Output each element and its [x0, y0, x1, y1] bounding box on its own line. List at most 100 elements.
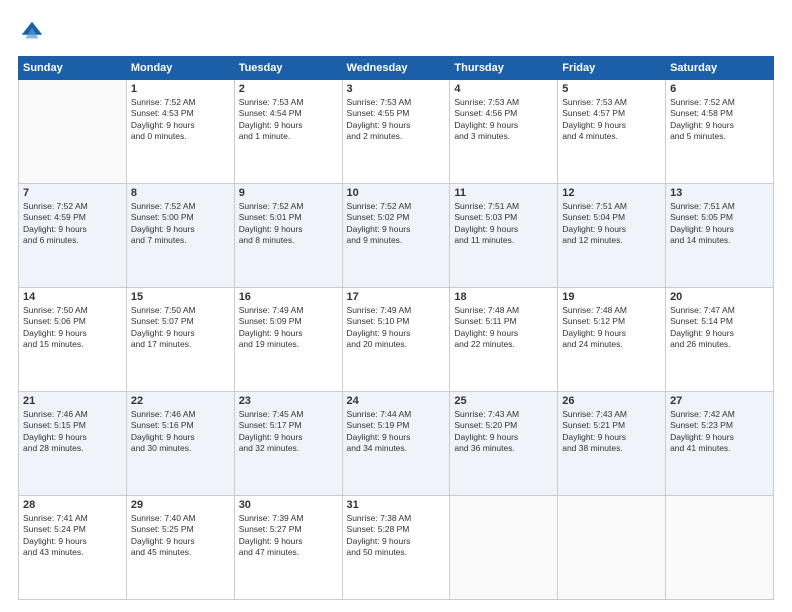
day-cell: 6 Sunrise: 7:52 AM Sunset: 4:58 PM Daylig…: [666, 80, 774, 184]
day-info: Sunrise: 7:44 AM Sunset: 5:19 PM Dayligh…: [347, 409, 446, 455]
day-cell: 21Sunrise: 7:46 AM Sunset: 5:15 PM Dayli…: [19, 392, 127, 496]
day-info: Sunrise: 7:46 AM Sunset: 5:16 PM Dayligh…: [131, 409, 230, 455]
day-number: 4: [454, 83, 553, 95]
day-number: 30: [239, 499, 338, 511]
day-cell: 14 Sunrise: 7:50 AM Sunset: 5:06 PM Dayli…: [19, 288, 127, 392]
day-info: Sunrise: 7:53 AM Sunset: 4:56 PM Dayligh…: [454, 97, 553, 143]
day-number: 9: [239, 187, 338, 199]
day-cell: 29 Sunrise: 7:40 AM Sunset: 5:25 PM Dayli…: [126, 496, 234, 600]
day-number: 18: [454, 291, 553, 303]
day-cell: 12 Sunrise: 7:51 AM Sunset: 5:04 PM Dayli…: [558, 184, 666, 288]
day-cell: 11 Sunrise: 7:51 AM Sunset: 5:03 PM Dayli…: [450, 184, 558, 288]
day-number: 20: [670, 291, 769, 303]
day-cell: 1 Sunrise: 7:52 AM Sunset: 4:53 PM Daylig…: [126, 80, 234, 184]
day-number: 29: [131, 499, 230, 511]
day-info: Sunrise: 7:52 AM Sunset: 4:58 PM Dayligh…: [670, 97, 769, 143]
day-number: 12: [562, 187, 661, 199]
day-cell: 19 Sunrise: 7:48 AM Sunset: 5:12 PM Dayli…: [558, 288, 666, 392]
day-number: 19: [562, 291, 661, 303]
logo-icon: [18, 18, 46, 46]
day-cell: 10Sunrise: 7:52 AM Sunset: 5:02 PM Dayli…: [342, 184, 450, 288]
day-number: 17: [347, 291, 446, 303]
day-cell: 18 Sunrise: 7:48 AM Sunset: 5:11 PM Dayli…: [450, 288, 558, 392]
day-cell: [19, 80, 127, 184]
day-cell: 7 Sunrise: 7:52 AM Sunset: 4:59 PM Daylig…: [19, 184, 127, 288]
day-cell: 8 Sunrise: 7:52 AM Sunset: 5:00 PM Daylig…: [126, 184, 234, 288]
day-info: Sunrise: 7:50 AM Sunset: 5:06 PM Dayligh…: [23, 305, 122, 351]
day-cell: 4 Sunrise: 7:53 AM Sunset: 4:56 PM Daylig…: [450, 80, 558, 184]
day-info: Sunrise: 7:53 AM Sunset: 4:55 PM Dayligh…: [347, 97, 446, 143]
day-cell: 5 Sunrise: 7:53 AM Sunset: 4:57 PM Daylig…: [558, 80, 666, 184]
day-number: 3: [347, 83, 446, 95]
day-number: 28: [23, 499, 122, 511]
day-number: 31: [347, 499, 446, 511]
day-number: 1: [131, 83, 230, 95]
day-info: Sunrise: 7:45 AM Sunset: 5:17 PM Dayligh…: [239, 409, 338, 455]
day-info: Sunrise: 7:48 AM Sunset: 5:11 PM Dayligh…: [454, 305, 553, 351]
day-cell: 20 Sunrise: 7:47 AM Sunset: 5:14 PM Dayli…: [666, 288, 774, 392]
day-info: Sunrise: 7:49 AM Sunset: 5:10 PM Dayligh…: [347, 305, 446, 351]
day-number: 11: [454, 187, 553, 199]
day-info: Sunrise: 7:52 AM Sunset: 4:59 PM Dayligh…: [23, 201, 122, 247]
day-cell: [666, 496, 774, 600]
day-info: Sunrise: 7:48 AM Sunset: 5:12 PM Dayligh…: [562, 305, 661, 351]
day-cell: 13 Sunrise: 7:51 AM Sunset: 5:05 PM Dayli…: [666, 184, 774, 288]
day-info: Sunrise: 7:43 AM Sunset: 5:21 PM Dayligh…: [562, 409, 661, 455]
day-cell: 24 Sunrise: 7:44 AM Sunset: 5:19 PM Dayli…: [342, 392, 450, 496]
page: SundayMondayTuesdayWednesdayThursdayFrid…: [0, 0, 792, 612]
header-row: SundayMondayTuesdayWednesdayThursdayFrid…: [19, 57, 774, 80]
logo: [18, 18, 50, 46]
day-number: 2: [239, 83, 338, 95]
day-cell: 25Sunrise: 7:43 AM Sunset: 5:20 PM Dayli…: [450, 392, 558, 496]
week-row-5: 28 Sunrise: 7:41 AM Sunset: 5:24 PM Dayli…: [19, 496, 774, 600]
day-cell: [558, 496, 666, 600]
col-header-friday: Friday: [558, 57, 666, 80]
day-info: Sunrise: 7:41 AM Sunset: 5:24 PM Dayligh…: [23, 513, 122, 559]
day-info: Sunrise: 7:47 AM Sunset: 5:14 PM Dayligh…: [670, 305, 769, 351]
day-number: 22: [131, 395, 230, 407]
day-info: Sunrise: 7:49 AM Sunset: 5:09 PM Dayligh…: [239, 305, 338, 351]
day-info: Sunrise: 7:53 AM Sunset: 4:57 PM Dayligh…: [562, 97, 661, 143]
col-header-tuesday: Tuesday: [234, 57, 342, 80]
day-info: Sunrise: 7:53 AM Sunset: 4:54 PM Dayligh…: [239, 97, 338, 143]
day-cell: 31Sunrise: 7:38 AM Sunset: 5:28 PM Dayli…: [342, 496, 450, 600]
col-header-wednesday: Wednesday: [342, 57, 450, 80]
day-info: Sunrise: 7:52 AM Sunset: 4:53 PM Dayligh…: [131, 97, 230, 143]
week-row-2: 7 Sunrise: 7:52 AM Sunset: 4:59 PM Daylig…: [19, 184, 774, 288]
day-cell: 9 Sunrise: 7:52 AM Sunset: 5:01 PM Daylig…: [234, 184, 342, 288]
day-info: Sunrise: 7:52 AM Sunset: 5:00 PM Dayligh…: [131, 201, 230, 247]
col-header-sunday: Sunday: [19, 57, 127, 80]
day-number: 13: [670, 187, 769, 199]
day-cell: 17 Sunrise: 7:49 AM Sunset: 5:10 PM Dayli…: [342, 288, 450, 392]
day-number: 7: [23, 187, 122, 199]
day-number: 25: [454, 395, 553, 407]
week-row-4: 21Sunrise: 7:46 AM Sunset: 5:15 PM Dayli…: [19, 392, 774, 496]
day-info: Sunrise: 7:39 AM Sunset: 5:27 PM Dayligh…: [239, 513, 338, 559]
week-row-1: 1 Sunrise: 7:52 AM Sunset: 4:53 PM Daylig…: [19, 80, 774, 184]
day-cell: 26 Sunrise: 7:43 AM Sunset: 5:21 PM Dayli…: [558, 392, 666, 496]
day-info: Sunrise: 7:50 AM Sunset: 5:07 PM Dayligh…: [131, 305, 230, 351]
day-info: Sunrise: 7:52 AM Sunset: 5:01 PM Dayligh…: [239, 201, 338, 247]
day-number: 6: [670, 83, 769, 95]
col-header-thursday: Thursday: [450, 57, 558, 80]
day-number: 26: [562, 395, 661, 407]
day-number: 24: [347, 395, 446, 407]
calendar-table: SundayMondayTuesdayWednesdayThursdayFrid…: [18, 56, 774, 600]
day-cell: 3 Sunrise: 7:53 AM Sunset: 4:55 PM Daylig…: [342, 80, 450, 184]
day-info: Sunrise: 7:40 AM Sunset: 5:25 PM Dayligh…: [131, 513, 230, 559]
day-cell: 22 Sunrise: 7:46 AM Sunset: 5:16 PM Dayli…: [126, 392, 234, 496]
header: [18, 18, 774, 46]
day-cell: [450, 496, 558, 600]
day-number: 10: [347, 187, 446, 199]
col-header-saturday: Saturday: [666, 57, 774, 80]
day-number: 8: [131, 187, 230, 199]
day-info: Sunrise: 7:51 AM Sunset: 5:04 PM Dayligh…: [562, 201, 661, 247]
col-header-monday: Monday: [126, 57, 234, 80]
day-cell: 15Sunrise: 7:50 AM Sunset: 5:07 PM Dayli…: [126, 288, 234, 392]
day-number: 16: [239, 291, 338, 303]
day-cell: 28 Sunrise: 7:41 AM Sunset: 5:24 PM Dayli…: [19, 496, 127, 600]
day-info: Sunrise: 7:51 AM Sunset: 5:03 PM Dayligh…: [454, 201, 553, 247]
day-number: 5: [562, 83, 661, 95]
day-info: Sunrise: 7:51 AM Sunset: 5:05 PM Dayligh…: [670, 201, 769, 247]
day-number: 14: [23, 291, 122, 303]
